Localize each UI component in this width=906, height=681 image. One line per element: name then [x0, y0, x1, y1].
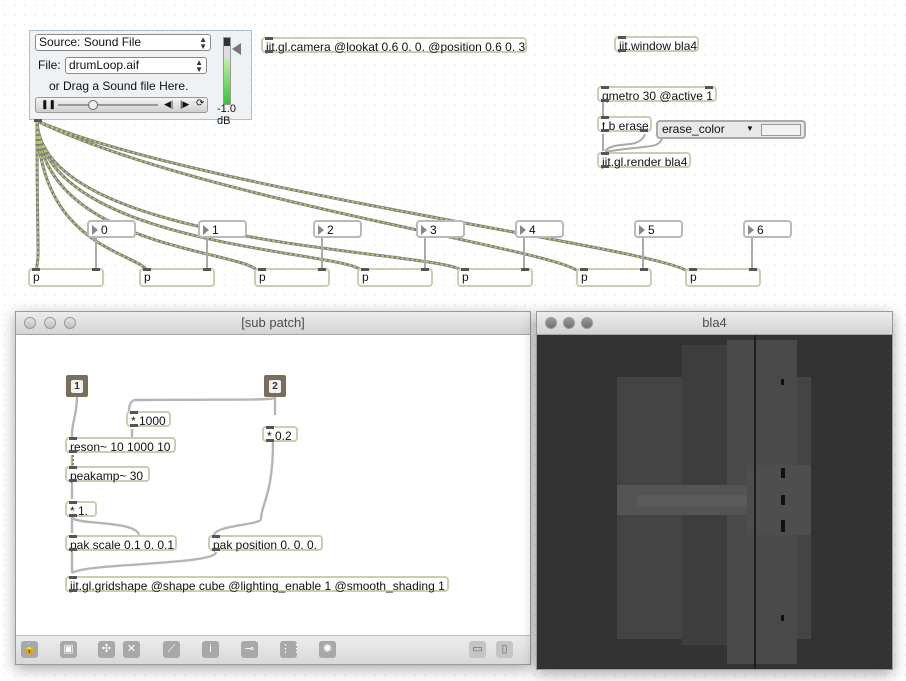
info-icon[interactable]: i: [202, 641, 219, 658]
subpatch-window[interactable]: [sub patch] 1 2 * 1000 * 0.2 reson~ 10 1…: [15, 311, 531, 665]
jit-gl-camera-object[interactable]: jit.gl.camera @lookat 0.6 0. 0. @positio…: [261, 37, 527, 54]
subpatcher-p-4[interactable]: p: [457, 268, 533, 287]
triangle-icon: [318, 225, 324, 235]
pak-position-object[interactable]: pak position 0. 0. 0.: [208, 535, 323, 552]
inlet-1[interactable]: 1: [66, 375, 88, 397]
bottom-pane-icon[interactable]: ▭: [469, 641, 486, 658]
triangle-icon: [92, 225, 98, 235]
mul-0-2-object[interactable]: * 0.2: [262, 426, 298, 443]
file-menu[interactable]: drumLoop.aif ▲ ▼: [65, 57, 207, 74]
dropdown-arrow-icon: ▼: [746, 124, 754, 133]
scrub-knob[interactable]: [88, 100, 98, 110]
render-canvas: [537, 335, 892, 669]
pause-icon[interactable]: ❚❚: [41, 99, 56, 110]
mul-1-object[interactable]: * 1.: [65, 501, 97, 518]
jit-gl-render-object[interactable]: jit.gl.render bla4: [597, 152, 691, 169]
subpatcher-p-1[interactable]: p: [139, 268, 215, 287]
close-box-icon[interactable]: ✕: [123, 641, 140, 658]
subpatcher-p-3[interactable]: p: [357, 268, 433, 287]
erase-color-label: erase_color: [662, 122, 725, 136]
graph-icon[interactable]: ⟋: [163, 641, 180, 658]
triangle-icon: [748, 225, 754, 235]
number-box-3[interactable]: 3: [416, 220, 465, 238]
file-value: drumLoop.aif: [69, 58, 140, 72]
subpatch-title: [sub patch]: [241, 315, 305, 330]
objects-icon[interactable]: ✣: [98, 641, 115, 658]
subpatcher-p-0[interactable]: p: [28, 268, 104, 287]
subpatcher-p-2[interactable]: p: [254, 268, 330, 287]
number-box-1[interactable]: 1: [198, 220, 247, 238]
skip-forward-icon[interactable]: |▶: [180, 99, 189, 110]
peakamp-object[interactable]: peakamp~ 30: [65, 466, 150, 483]
subpatcher-p-5[interactable]: p: [576, 268, 652, 287]
triangle-icon: [421, 225, 427, 235]
number-box-5[interactable]: 5: [634, 220, 683, 238]
triangle-icon: [639, 225, 645, 235]
jit-window-object[interactable]: jit.window bla4: [614, 36, 699, 53]
drag-hint: or Drag a Sound file Here.: [49, 79, 189, 93]
number-box-0[interactable]: 0: [87, 220, 136, 238]
grid-icon[interactable]: ⋮⋮: [280, 641, 302, 658]
gain-slider-icon[interactable]: [232, 43, 241, 55]
subpatch-titlebar[interactable]: [sub patch]: [16, 312, 530, 335]
pak-scale-object[interactable]: pak scale 0.1 0. 0.1: [65, 535, 177, 552]
source-menu[interactable]: Source: Sound File ▲ ▼: [35, 34, 211, 51]
debug-icon[interactable]: ✺: [319, 641, 336, 658]
sound-file-player[interactable]: Source: Sound File ▲ ▼ File: drumLoop.aif…: [29, 30, 252, 127]
erase-color-attrui[interactable]: erase_color ▼: [656, 120, 806, 139]
updown-arrows-icon: ▲ ▼: [199, 35, 207, 51]
minimize-window-button[interactable]: [563, 317, 575, 329]
triangle-icon: [203, 225, 209, 235]
number-box-4[interactable]: 4: [515, 220, 564, 238]
scrub-track[interactable]: [58, 104, 158, 106]
presentation-icon[interactable]: ▣: [60, 641, 77, 658]
player-outlet[interactable]: [34, 119, 42, 122]
subpatcher-p-6[interactable]: p: [685, 268, 761, 287]
color-swatch[interactable]: [761, 124, 801, 136]
minimize-window-button[interactable]: [44, 317, 56, 329]
zoom-window-button[interactable]: [581, 317, 593, 329]
mul-1000-object[interactable]: * 1000: [126, 411, 171, 428]
transport-bar[interactable]: ❚❚ ◀| |▶ ⟳: [35, 97, 208, 113]
lock-icon[interactable]: 🔒: [21, 641, 38, 658]
inlet-2[interactable]: 2: [264, 375, 286, 397]
render-window[interactable]: bla4: [536, 311, 893, 670]
zoom-window-button[interactable]: [64, 317, 76, 329]
render-title: bla4: [702, 315, 727, 330]
render-titlebar[interactable]: bla4: [537, 312, 892, 335]
number-box-2[interactable]: 2: [313, 220, 362, 238]
level-meter: [223, 37, 231, 105]
number-box-6[interactable]: 6: [743, 220, 792, 238]
link-icon[interactable]: ⊸: [241, 641, 258, 658]
trigger-object[interactable]: t b erase: [597, 116, 652, 133]
subpatch-canvas[interactable]: 1 2 * 1000 * 0.2 reson~ 10 1000 10 peaka…: [16, 335, 530, 635]
source-label: Source: Sound File: [39, 35, 142, 49]
side-pane-icon[interactable]: ▯: [496, 641, 513, 658]
close-window-button[interactable]: [545, 317, 557, 329]
reson-object[interactable]: reson~ 10 1000 10: [65, 437, 176, 454]
jit-gl-gridshape-object[interactable]: jit.gl.gridshape @shape cube @lighting_e…: [65, 576, 449, 593]
triangle-icon: [520, 225, 526, 235]
subpatch-toolbar: 🔒 ▣ ✣ ✕ ⟋ i ⊸ ⋮⋮ ✺ ▭ ▯: [16, 635, 530, 664]
close-window-button[interactable]: [24, 317, 36, 329]
file-label: File:: [38, 58, 61, 72]
qmetro-object[interactable]: qmetro 30 @active 1: [597, 86, 717, 103]
skip-back-icon[interactable]: ◀|: [164, 99, 173, 110]
level-readout: -1.0 dB: [217, 103, 236, 127]
updown-arrows-icon: ▲ ▼: [195, 58, 203, 74]
loop-icon[interactable]: ⟳: [196, 98, 204, 109]
